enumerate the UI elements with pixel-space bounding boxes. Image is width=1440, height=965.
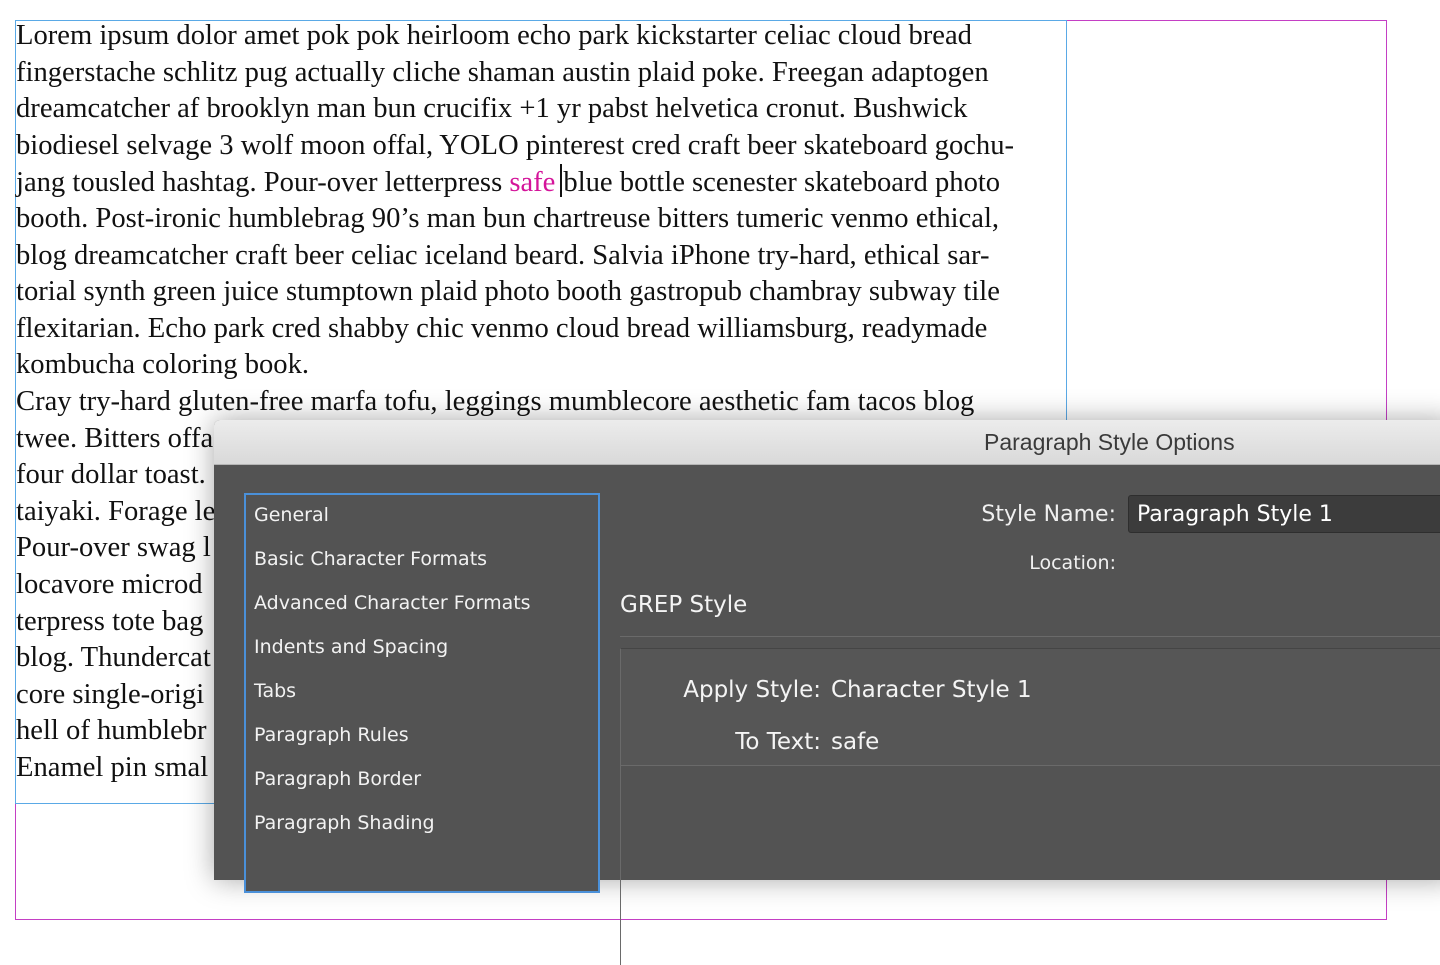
text-line: dreamcatcher af brooklyn man bun crucifi… (16, 93, 968, 125)
location-label: Location: (1029, 552, 1116, 574)
to-text-value[interactable]: safe (831, 729, 879, 755)
category-list[interactable]: General Basic Character Formats Advanced… (244, 493, 600, 893)
dialog-titlebar[interactable]: Paragraph Style Options (214, 420, 1440, 465)
text-line: blog dreamcatcher craft beer celiac icel… (16, 239, 990, 271)
category-paragraph-rules[interactable]: Paragraph Rules (254, 724, 409, 746)
paragraph-style-options-dialog[interactable]: Paragraph Style Options General Basic Ch… (214, 420, 1440, 965)
text-line: booth. Post-ironic humblebrag 90’s man b… (16, 202, 1000, 234)
grep-list-area (620, 765, 1440, 965)
text-line: kombucha coloring book. (16, 349, 310, 381)
category-paragraph-border[interactable]: Paragraph Border (254, 768, 421, 790)
text-line: fingerstache schlitz pug actually cliche… (16, 56, 989, 88)
text-segment: jang tousled hashtag. Pour-over letterpr… (16, 167, 510, 199)
text-line: Lorem ipsum dolor amet pok pok heirloom … (16, 20, 972, 51)
section-divider (620, 636, 1440, 637)
category-paragraph-shading[interactable]: Paragraph Shading (254, 812, 435, 834)
to-text-label: To Text: (735, 729, 821, 755)
text-line: torial synth green juice stumptown plaid… (16, 276, 1000, 308)
text-line: biodiesel selvage 3 wolf moon offal, YOL… (16, 129, 1015, 161)
text-line-with-match: jang tousled hashtag. Pour-over letterpr… (16, 164, 1066, 201)
style-name-label: Style Name: (981, 502, 1116, 527)
to-text-row[interactable]: To Text: safe (621, 729, 879, 755)
text-line: Cray try-hard gluten-free marfa tofu, le… (16, 385, 975, 417)
apply-style-label: Apply Style: (683, 677, 821, 703)
dialog-title: Paragraph Style Options (984, 429, 1235, 455)
grep-style-panel[interactable]: Apply Style: Character Style 1 To Text: sa… (620, 648, 1440, 766)
category-tabs[interactable]: Tabs (254, 680, 296, 702)
category-basic-character-formats[interactable]: Basic Character Formats (254, 548, 487, 570)
category-indents-and-spacing[interactable]: Indents and Spacing (254, 636, 448, 658)
text-line: flexitarian. Echo park cred shabby chic … (16, 312, 988, 344)
apply-style-value[interactable]: Character Style 1 (831, 677, 1032, 703)
text-segment: blue bottle scenester skateboard photo (563, 167, 1001, 199)
section-title: GREP Style (620, 592, 748, 618)
apply-style-row[interactable]: Apply Style: Character Style 1 (621, 677, 1032, 703)
category-general[interactable]: General (254, 504, 329, 526)
style-name-input[interactable] (1128, 495, 1440, 533)
category-advanced-character-formats[interactable]: Advanced Character Formats (254, 592, 531, 614)
grep-match-text: safe (509, 167, 556, 199)
